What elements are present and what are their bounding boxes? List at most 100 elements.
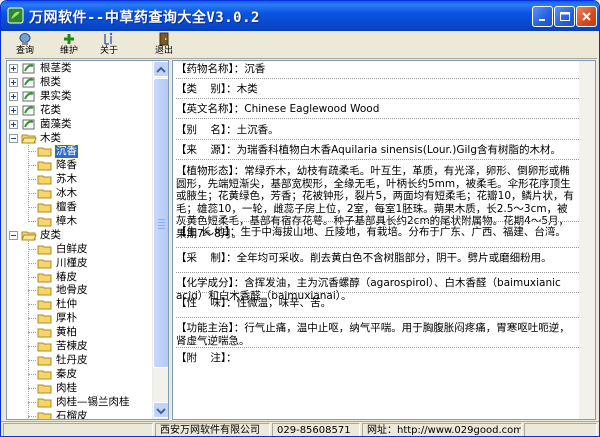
tree-item[interactable]: 苦楝皮 [7, 340, 154, 353]
tree-item[interactable]: 肉桂—锡兰肉桂 [7, 396, 154, 409]
expand-icon[interactable] [9, 105, 18, 115]
maintain-button[interactable]: 维护 [51, 31, 87, 58]
tree-item-label: 肉桂 [56, 381, 77, 394]
tree-list: 根茎类 根类 果实类花类 菌藻类 木类 沉香 降香 苏木 冰木 檀香 樟木 皮类 白鲜皮川槿皮 椿皮 地骨皮… [7, 61, 154, 419]
maximize-button[interactable] [554, 6, 575, 27]
tree-item[interactable]: 厚朴 [7, 312, 154, 325]
folder-icon [37, 398, 52, 408]
tree-category-label: 果实类 [40, 89, 72, 102]
status-phone: 029-85608571 [272, 423, 360, 436]
folder-icon [37, 245, 52, 255]
detail-scrollbar[interactable] [579, 61, 595, 419]
scroll-down-button[interactable] [153, 402, 168, 418]
field-value: 生于中海拔山地、丘陵地，有栽培。分布于广东、广西、福建、台湾。 [240, 226, 566, 238]
herb-category-icon [22, 105, 35, 116]
field-value: Chinese Eaglewood Wood [244, 103, 380, 115]
tree-item-label: 椿皮 [56, 270, 77, 283]
title-bar[interactable]: 万网软件--中草药查询大全V3.0.2 [1, 1, 599, 31]
tree-item-label: 秦皮 [56, 367, 77, 380]
close-icon [582, 12, 591, 21]
about-label: 关于 [99, 46, 118, 56]
tree-item-label: 降香 [56, 159, 77, 172]
plus-icon [64, 34, 74, 44]
tree-item[interactable]: 降香 [7, 159, 154, 172]
detail-field: 【采 制】：全年均可采收。削去黄白色不含树脂部分，阴干。劈片或磨细粉用。 [176, 252, 576, 265]
tree-category[interactable]: 菌藻类 [7, 118, 154, 131]
tree-item[interactable]: 杜仲 [7, 298, 154, 311]
tree-category[interactable]: 果实类 [7, 90, 154, 103]
expand-icon[interactable] [9, 91, 18, 101]
folder-icon [37, 161, 52, 171]
tree-item[interactable]: 沉香 [7, 144, 154, 160]
field-value: 全年均可采收。削去黄白色不含树脂部分，阴干。劈片或磨细粉用。 [236, 252, 552, 264]
tree-item-label: 苏木 [56, 173, 77, 186]
field-value: 性微温，味辛、苦。 [236, 297, 332, 309]
category-tree[interactable]: 根茎类 根类 果实类花类 菌藻类 木类 沉香 降香 苏木 冰木 檀香 樟木 皮类 白鲜皮川槿皮 椿皮 地骨皮… [6, 60, 169, 420]
detail-field: 【英文名称】：Chinese Eaglewood Wood [176, 103, 576, 116]
tree-category[interactable]: 根类 [7, 76, 154, 89]
minimize-icon [539, 19, 545, 21]
window-title: 万网软件--中草药查询大全V3.0.2 [29, 10, 260, 26]
status-extra [524, 423, 597, 436]
exit-label: 退出 [154, 46, 173, 56]
tree-item[interactable]: 檀香 [7, 201, 154, 214]
app-window: 万网软件--中草药查询大全V3.0.2 查询 维护 关于 退出 根茎类 根类 果… [0, 0, 600, 437]
field-separator [176, 317, 581, 318]
expand-icon[interactable] [9, 119, 18, 129]
tree-item[interactable]: 樟木 [7, 215, 154, 228]
tree-scroll-thumb[interactable] [153, 78, 168, 368]
status-website: 网址：http://www.029good.com [362, 423, 522, 436]
herb-category-icon [22, 119, 35, 130]
expand-icon[interactable] [9, 77, 18, 87]
field-separator [176, 272, 581, 273]
tree-item-label: 樟木 [56, 214, 77, 227]
tree-category-label: 皮类 [40, 228, 61, 241]
detail-field: 【别 名】：土沉香。 [176, 124, 576, 137]
tree-item[interactable]: 地骨皮 [7, 284, 154, 297]
detail-field: 【性 味】：性微温，味辛、苦。 [176, 297, 576, 310]
field-value: 土沉香。 [236, 124, 279, 136]
tree-item[interactable]: 苏木 [7, 173, 154, 186]
query-button[interactable]: 查询 [7, 31, 43, 58]
tree-item-label: 杜仲 [56, 298, 77, 311]
tree-category[interactable]: 皮类 [7, 229, 154, 242]
exit-button[interactable]: 退出 [146, 31, 182, 58]
tree-item[interactable]: 黄柏 [7, 326, 154, 339]
tree-category[interactable]: 花类 [7, 104, 154, 117]
tree-item-label: 沉香 [54, 144, 79, 160]
field-key: 【附 注】： [176, 352, 237, 364]
minimize-button[interactable] [532, 6, 553, 27]
tree-item[interactable]: 冰木 [7, 187, 154, 200]
folder-icon [37, 384, 52, 394]
about-icon [104, 32, 113, 45]
field-value: 沉香 [244, 63, 266, 75]
field-separator [176, 78, 581, 79]
tree-item[interactable]: 白鲜皮 [7, 243, 154, 256]
tree-category-label: 根类 [40, 75, 61, 88]
herb-category-icon [22, 77, 35, 88]
about-button[interactable]: 关于 [91, 31, 127, 58]
tree-category[interactable]: 根茎类 [7, 62, 154, 75]
field-key: 【性 味】： [176, 297, 237, 309]
expand-icon[interactable] [9, 64, 18, 73]
folder-icon [37, 412, 52, 419]
tree-item-label: 苦楝皮 [56, 340, 88, 352]
tree-item-label: 白鲜皮 [56, 242, 88, 255]
herb-category-icon [22, 91, 35, 102]
tree-item[interactable]: 肉桂 [7, 382, 154, 395]
tree-item[interactable]: 川槿皮 [7, 257, 154, 270]
tree-item[interactable]: 牡丹皮 [7, 354, 154, 367]
scroll-up-button[interactable] [153, 61, 168, 77]
tree-scrollbar[interactable] [152, 61, 168, 419]
detail-panel[interactable]: 【药物名称】：沉香 【类 别】：木类 【英文名称】：Chinese Eaglewoo… [172, 60, 596, 420]
tree-item[interactable]: 椿皮 [7, 271, 154, 284]
folder-icon [37, 217, 52, 227]
tree-item[interactable]: 石榴皮 [7, 410, 154, 419]
collapse-icon[interactable] [9, 133, 18, 143]
field-key: 【来 源】： [176, 144, 237, 156]
collapse-icon[interactable] [9, 230, 18, 240]
status-company: 西安万网软件有限公司 [155, 423, 270, 436]
tree-category[interactable]: 木类 [7, 132, 154, 145]
tree-item[interactable]: 秦皮 [7, 368, 154, 381]
close-button[interactable] [576, 6, 597, 27]
